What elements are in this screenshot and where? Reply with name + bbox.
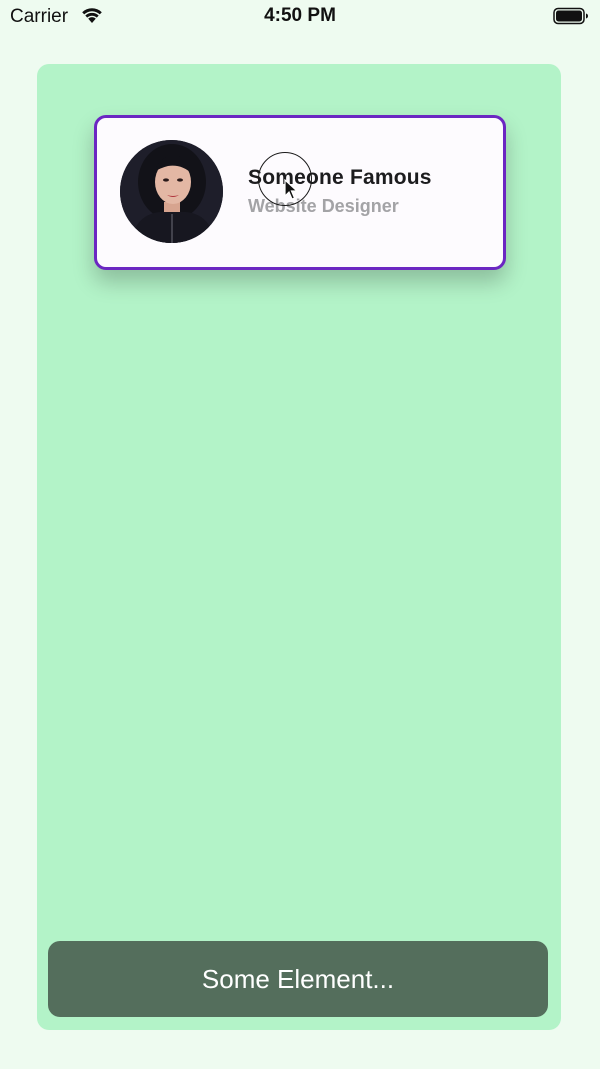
status-time: 4:50 PM — [264, 5, 336, 26]
avatar — [120, 140, 223, 243]
cursor-arrow-icon — [284, 178, 299, 201]
status-bar: Carrier 4:50 PM — [0, 0, 600, 36]
battery-icon — [553, 7, 589, 25]
some-element-button[interactable]: Some Element... — [48, 941, 548, 1017]
main-container: Someone Famous Website Designer Some Ele… — [37, 64, 561, 1030]
